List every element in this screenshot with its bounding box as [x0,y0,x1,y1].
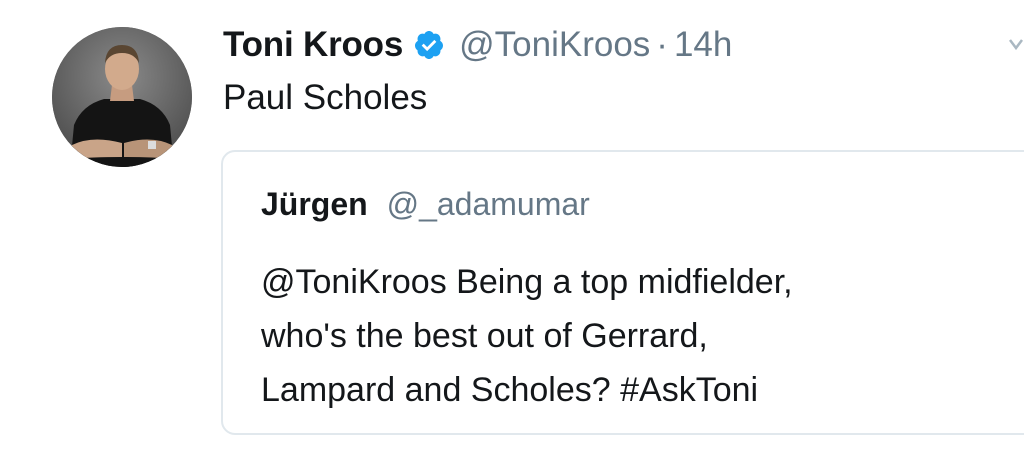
quoted-tweet-text: @ToniKroos Being a top midfielder, who's… [261,255,1021,417]
chevron-down-icon[interactable] [1008,36,1024,56]
quoted-tweet-text-line: @ToniKroos Being a top midfielder, [261,263,793,301]
quoted-tweet-card[interactable]: Jürgen @_adamumar @ToniKroos Being a top… [221,150,1024,435]
avatar[interactable] [52,27,192,167]
separator-dot: · [656,25,668,64]
tweet-header: Toni Kroos @ToniKroos · 14h [223,22,732,68]
verified-badge-icon [413,29,445,61]
quoted-tweet-text-line: who's the best out of Gerrard, [261,317,708,355]
tweet-timestamp[interactable]: 14h [674,25,732,65]
tweet-text: Paul Scholes [223,78,428,117]
quoted-author-handle: @_adamumar [386,186,590,222]
quoted-author-name: Jürgen [261,186,368,222]
author-handle[interactable]: @ToniKroos [459,25,650,65]
tweet[interactable]: Toni Kroos @ToniKroos · 14h Paul Scholes… [0,0,1024,454]
quoted-tweet-header: Jürgen @_adamumar [261,186,590,223]
author-name[interactable]: Toni Kroos [223,25,403,65]
quoted-tweet-text-line: Lampard and Scholes? #AskToni [261,371,759,409]
avatar-photo [52,27,192,167]
